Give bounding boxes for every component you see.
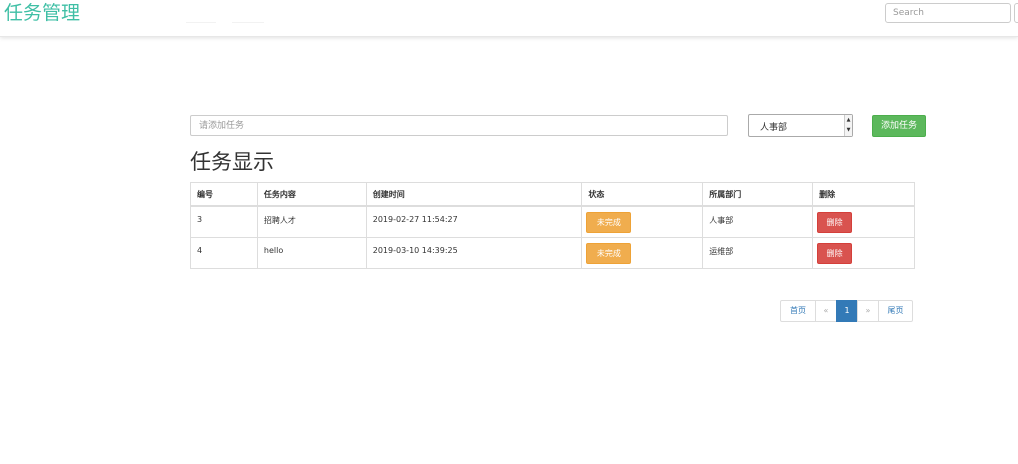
column-header-department: 所属部门: [702, 182, 814, 207]
task-id: 3: [190, 205, 258, 238]
pagination: 首页 « 1 » 尾页: [780, 300, 913, 322]
pagination-page-1[interactable]: 1: [836, 300, 858, 322]
nav-divider: [232, 22, 264, 23]
add-task-button[interactable]: 添加任务: [872, 115, 926, 137]
task-department: 运维部: [702, 236, 814, 269]
task-content: 招聘人才: [256, 205, 367, 238]
delete-button[interactable]: 删除: [817, 242, 853, 264]
task-id: 4: [190, 236, 258, 269]
table-row: 4 hello 2019-03-10 14:39:25 未完成 运维部 删除: [190, 236, 915, 269]
task-input[interactable]: [190, 115, 728, 136]
task-delete-cell: 删除: [812, 236, 915, 269]
select-arrows-icon: ▲ ▼: [844, 115, 852, 136]
task-created-time: 2019-03-10 14:39:25: [365, 236, 583, 269]
column-header-id: 编号: [190, 182, 258, 207]
column-header-delete: 删除: [812, 182, 915, 207]
pagination-last[interactable]: 尾页: [878, 300, 913, 322]
status-button[interactable]: 未完成: [586, 242, 632, 264]
pagination-prev[interactable]: «: [815, 300, 837, 322]
task-table: 编号 任务内容 创建时间 状态 所属部门 删除 3 招聘人才 2019-02-2…: [190, 182, 915, 269]
column-header-content: 任务内容: [256, 182, 367, 207]
navbar: 任务管理: [0, 0, 1018, 37]
department-select[interactable]: 人事部 ▲ ▼: [748, 114, 853, 137]
search-input[interactable]: [885, 3, 1011, 23]
search-button[interactable]: [1014, 3, 1018, 23]
task-status-cell: 未完成: [581, 205, 704, 238]
nav-divider: [186, 22, 216, 23]
task-delete-cell: 删除: [812, 205, 915, 238]
department-select-value: 人事部: [760, 123, 788, 133]
table-header-row: 编号 任务内容 创建时间 状态 所属部门 删除: [190, 182, 915, 207]
brand-title[interactable]: 任务管理: [4, 1, 80, 25]
table-row: 3 招聘人才 2019-02-27 11:54:27 未完成 人事部 删除: [190, 205, 915, 238]
section-title: 任务显示: [190, 150, 274, 174]
task-department: 人事部: [702, 205, 814, 238]
pagination-next[interactable]: »: [857, 300, 879, 322]
column-header-created: 创建时间: [365, 182, 583, 207]
status-button[interactable]: 未完成: [586, 212, 632, 233]
delete-button[interactable]: 删除: [817, 212, 853, 233]
task-content: hello: [256, 236, 367, 269]
task-created-time: 2019-02-27 11:54:27: [365, 205, 583, 238]
pagination-first[interactable]: 首页: [780, 300, 816, 322]
task-status-cell: 未完成: [581, 236, 704, 269]
column-header-status: 状态: [581, 182, 704, 207]
